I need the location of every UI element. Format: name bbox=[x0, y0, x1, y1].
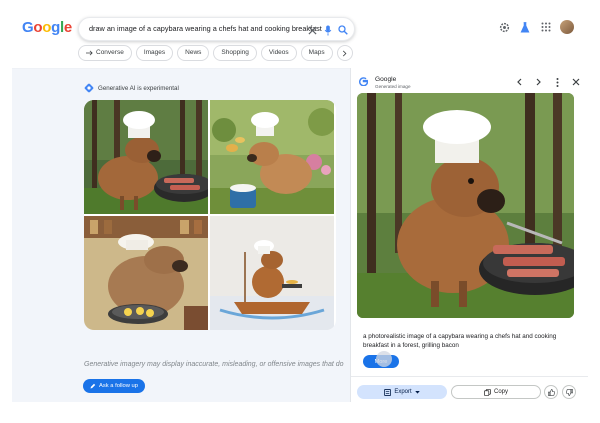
tab-label: Videos bbox=[268, 49, 289, 56]
export-icon bbox=[384, 388, 392, 396]
tab-shopping[interactable]: Shopping bbox=[213, 45, 257, 61]
app-window: Google draw an image of a capybara weari… bbox=[12, 8, 588, 402]
search-tabs: Converse Images News Shopping Videos Map… bbox=[78, 45, 353, 61]
panel-title: Google bbox=[375, 76, 397, 83]
image-detail-panel: Google Generated image a photorealistic … bbox=[350, 68, 588, 402]
generated-image-4[interactable] bbox=[210, 216, 334, 330]
ask-follow-up-button[interactable]: Ask a follow up bbox=[83, 379, 145, 393]
copy-button[interactable]: Copy bbox=[451, 385, 541, 399]
microphone-icon[interactable] bbox=[321, 23, 335, 37]
search-icon[interactable] bbox=[336, 23, 350, 37]
tab-label: Maps bbox=[308, 49, 325, 56]
image-prompt-caption: a photorealistic image of a capybara wea… bbox=[363, 333, 557, 349]
tab-label: Shopping bbox=[221, 49, 249, 56]
arrow-icon bbox=[86, 50, 93, 56]
header-actions bbox=[497, 20, 574, 34]
tab-images[interactable]: Images bbox=[135, 45, 174, 61]
thumbs-up-button[interactable] bbox=[544, 385, 558, 399]
chevron-left-icon[interactable] bbox=[514, 77, 524, 87]
tab-maps[interactable]: Maps bbox=[300, 45, 333, 61]
logo-letter: o bbox=[42, 19, 52, 36]
logo-letter: g bbox=[51, 19, 60, 36]
generated-image-3[interactable] bbox=[84, 216, 208, 330]
tab-label: News bbox=[185, 49, 202, 56]
thumbs-down-icon bbox=[565, 388, 573, 396]
export-label: Export bbox=[394, 389, 412, 395]
panel-controls bbox=[514, 77, 581, 87]
tab-videos[interactable]: Videos bbox=[260, 45, 297, 61]
chevron-right-icon[interactable] bbox=[533, 77, 543, 87]
settings-icon[interactable] bbox=[497, 20, 511, 34]
generated-images-grid bbox=[84, 100, 336, 330]
more-vert-icon[interactable] bbox=[552, 77, 562, 87]
thumbs-up-icon bbox=[547, 388, 555, 396]
header: Google draw an image of a capybara weari… bbox=[12, 8, 588, 68]
generated-image-2[interactable] bbox=[210, 100, 334, 214]
apps-icon[interactable] bbox=[539, 20, 553, 34]
google-g-icon bbox=[359, 77, 369, 88]
copy-label: Copy bbox=[493, 389, 508, 395]
ai-label-text: Generative AI is experimental bbox=[98, 84, 179, 92]
logo-letter: o bbox=[33, 19, 43, 36]
more-tabs-button[interactable] bbox=[336, 45, 353, 61]
close-icon[interactable] bbox=[571, 77, 581, 87]
tab-label: Converse bbox=[96, 49, 124, 56]
chevron-right-icon bbox=[342, 50, 347, 56]
ai-experimental-label: Generative AI is experimental bbox=[84, 83, 179, 93]
tab-news[interactable]: News bbox=[177, 45, 210, 61]
tab-label: Images bbox=[143, 49, 166, 56]
google-logo[interactable]: Google bbox=[22, 19, 72, 36]
logo-letter: e bbox=[63, 19, 72, 36]
thumbs-down-button[interactable] bbox=[562, 385, 576, 399]
search-box[interactable]: draw an image of a capybara wearing a ch… bbox=[78, 17, 355, 41]
labs-icon[interactable] bbox=[518, 20, 532, 34]
copy-icon bbox=[484, 388, 491, 396]
panel-subtitle: Generated image bbox=[375, 84, 411, 89]
tab-converse[interactable]: Converse bbox=[78, 45, 132, 61]
panel-header: Google Generated image bbox=[351, 68, 588, 94]
avatar[interactable] bbox=[560, 20, 574, 34]
export-button[interactable]: Export bbox=[357, 385, 447, 399]
disclaimer-text: Generative imagery may display inaccurat… bbox=[84, 361, 344, 368]
logo-letter: G bbox=[22, 19, 34, 36]
generated-image-1[interactable] bbox=[84, 100, 208, 214]
pencil-icon bbox=[90, 383, 96, 389]
chevron-down-icon bbox=[414, 390, 420, 394]
close-icon[interactable] bbox=[305, 23, 319, 37]
ai-sparkle-icon bbox=[84, 83, 94, 93]
search-query[interactable]: draw an image of a capybara wearing a ch… bbox=[89, 24, 322, 33]
touch-indicator bbox=[376, 351, 392, 367]
panel-actions: Export Copy bbox=[351, 376, 588, 402]
follow-up-label: Ask a follow up bbox=[99, 383, 138, 389]
selected-generated-image[interactable] bbox=[357, 93, 574, 318]
